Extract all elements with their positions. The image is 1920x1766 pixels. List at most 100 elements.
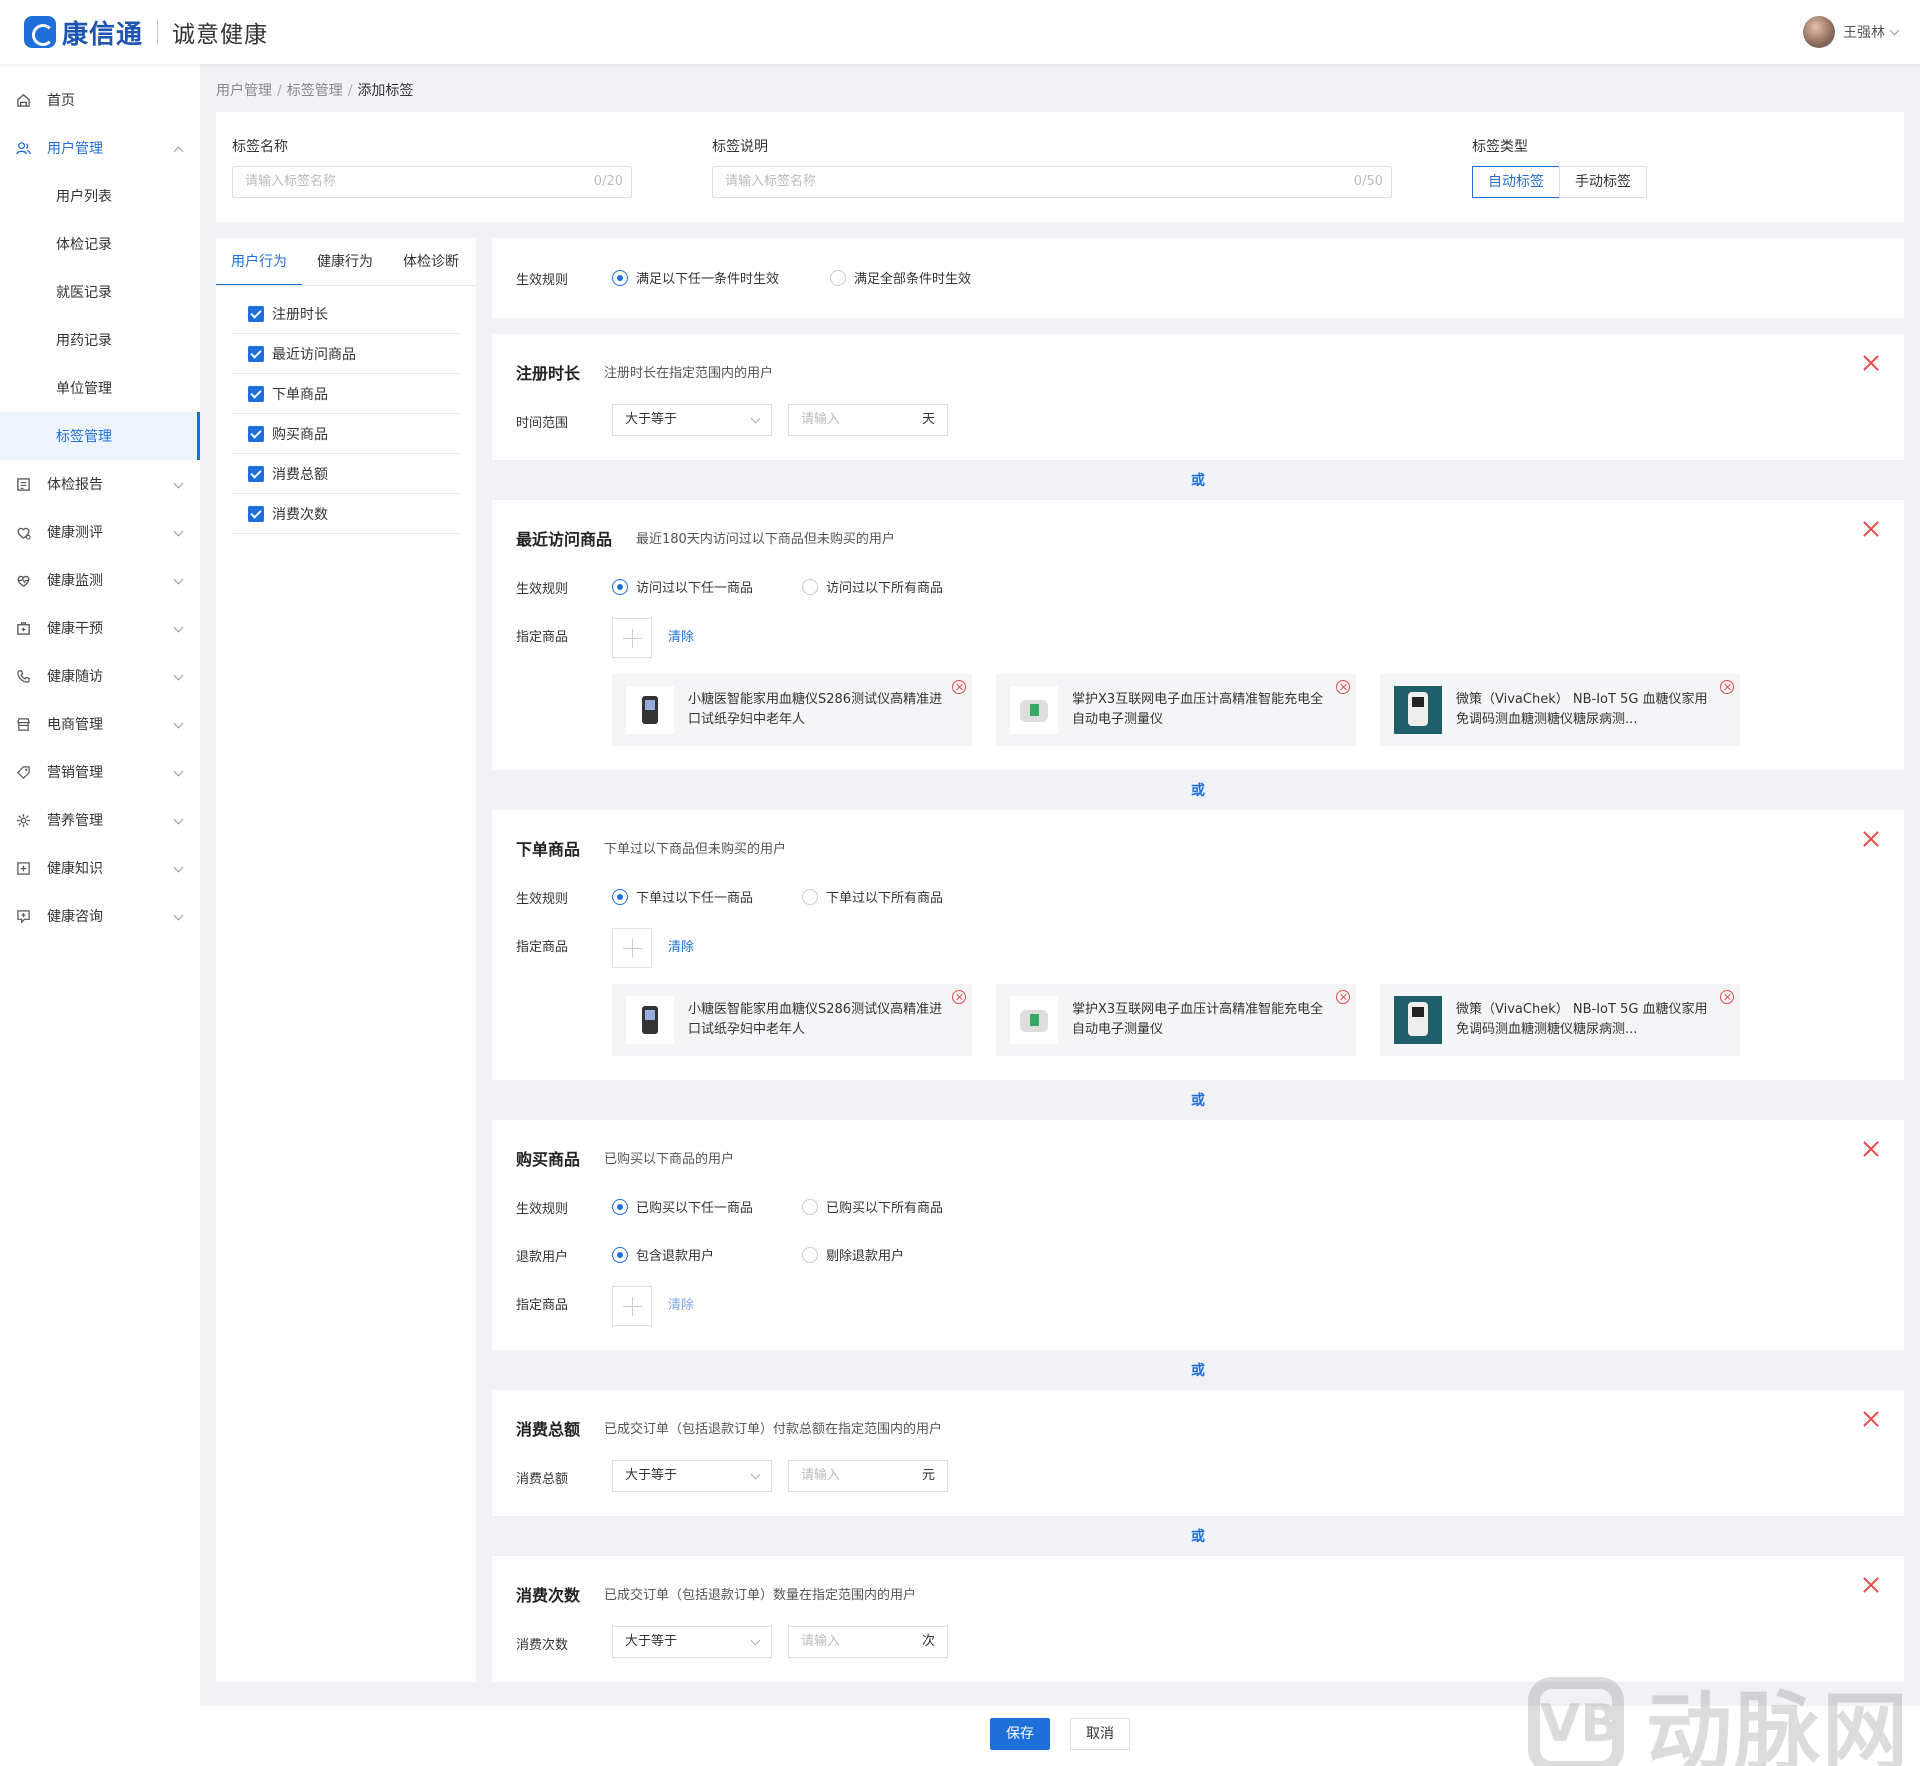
count-input[interactable]: 请输入 次 xyxy=(788,1626,948,1658)
remove-product-icon[interactable] xyxy=(952,680,966,694)
checkbox-purchased-goods[interactable]: 购买商品 xyxy=(232,414,460,454)
sidebar-item-health-evaluation[interactable]: 健康测评 xyxy=(0,508,200,556)
add-goods-button[interactable] xyxy=(612,1286,652,1326)
checkbox-registration-duration[interactable]: 注册时长 xyxy=(232,294,460,334)
visit-radio-all[interactable]: 访问过以下所有商品 xyxy=(802,577,943,596)
radio-label: 剔除退款用户 xyxy=(826,1249,905,1264)
logo[interactable]: 康信通 诚意健康 xyxy=(24,14,268,51)
order-radio-any[interactable]: 下单过以下任一商品 xyxy=(612,887,753,906)
tab-exam-diagnosis[interactable]: 体检诊断 xyxy=(388,238,474,286)
or-separator: 或 xyxy=(1191,473,1205,489)
sidebar-item-label: 健康随访 xyxy=(47,669,103,685)
sidebar-item-user-management[interactable]: 用户管理 xyxy=(0,124,200,172)
sidebar-item-label: 电商管理 xyxy=(47,717,103,733)
compare-select[interactable]: 大于等于 xyxy=(612,1460,772,1492)
close-icon[interactable] xyxy=(1862,830,1880,848)
goods-label: 指定商品 xyxy=(516,630,569,645)
remove-product-icon[interactable] xyxy=(1720,990,1734,1004)
clear-goods-link[interactable]: 清除 xyxy=(668,1294,694,1313)
condition-title: 注册时长 xyxy=(516,364,581,383)
product-name: 掌护X3互联网电子血压计高精准智能充电全自动电子测量仪 xyxy=(1072,1002,1324,1037)
radio-selected-icon xyxy=(612,269,628,286)
sidebar-item-health-knowledge[interactable]: 健康知识 xyxy=(0,844,200,892)
close-icon[interactable] xyxy=(1862,1140,1880,1158)
amount-input[interactable]: 请输入 元 xyxy=(788,1460,948,1492)
close-icon[interactable] xyxy=(1862,1576,1880,1594)
sidebar-item-health-followup[interactable]: 健康随访 xyxy=(0,652,200,700)
order-radio-all[interactable]: 下单过以下所有商品 xyxy=(802,887,943,906)
breadcrumb-item[interactable]: 用户管理 xyxy=(216,83,272,99)
sidebar-item-health-intervention[interactable]: 健康干预 xyxy=(0,604,200,652)
checkbox-ordered-goods[interactable]: 下单商品 xyxy=(232,374,460,414)
purchase-radio-all[interactable]: 已购买以下所有商品 xyxy=(802,1197,943,1216)
condition-desc: 已成交订单（包括退款订单）数量在指定范围内的用户 xyxy=(604,1588,917,1603)
sidebar-subitem-medication-records[interactable]: 用药记录 xyxy=(0,316,200,364)
clear-goods-link[interactable]: 清除 xyxy=(668,936,694,955)
refund-radio-include[interactable]: 包含退款用户 xyxy=(612,1245,714,1264)
checkbox-purchase-count[interactable]: 消费次数 xyxy=(232,494,460,534)
sidebar-item-home[interactable]: 首页 xyxy=(0,76,200,124)
product-card: 微策（VivaChek） NB-IoT 5G 血糖仪家用免调码测血糖测糖仪糖尿病… xyxy=(1380,984,1740,1056)
rule-radio-any[interactable]: 满足以下任一条件时生效 xyxy=(612,268,779,287)
logo-icon xyxy=(24,16,56,48)
remove-product-icon[interactable] xyxy=(952,990,966,1004)
visit-radio-any[interactable]: 访问过以下任一商品 xyxy=(612,577,753,596)
radio-empty-icon xyxy=(802,1246,818,1263)
purchase-radio-any[interactable]: 已购买以下任一商品 xyxy=(612,1197,753,1216)
checkbox-label: 最近访问商品 xyxy=(272,346,356,363)
tag-name-input[interactable]: 请输入标签名称 0/20 xyxy=(232,166,632,198)
remove-product-icon[interactable] xyxy=(1336,990,1350,1004)
sidebar-item-health-consult[interactable]: 健康咨询 xyxy=(0,892,200,940)
input-placeholder: 请输入 xyxy=(801,1634,841,1649)
checkbox-recent-visited-goods[interactable]: 最近访问商品 xyxy=(232,334,460,374)
tag-type-auto-button[interactable]: 自动标签 xyxy=(1472,166,1560,198)
rule-radio-all[interactable]: 满足全部条件时生效 xyxy=(830,268,971,287)
cancel-button[interactable]: 取消 xyxy=(1070,1718,1130,1750)
close-icon[interactable] xyxy=(1862,1410,1880,1428)
remove-product-icon[interactable] xyxy=(1720,680,1734,694)
radio-label: 已购买以下所有商品 xyxy=(826,1201,944,1216)
close-icon[interactable] xyxy=(1862,520,1880,538)
refund-radio-exclude[interactable]: 剔除退款用户 xyxy=(802,1245,904,1264)
condition-card-ordered: 下单商品 下单过以下商品但未购买的用户 生效规则 下单过以下任一商品 下单过以下… xyxy=(492,810,1904,1080)
checkbox-label: 消费次数 xyxy=(272,506,328,523)
unit-label: 次 xyxy=(921,1634,935,1649)
add-goods-button[interactable] xyxy=(612,618,652,658)
sidebar-item-label: 营养管理 xyxy=(47,813,103,829)
days-input[interactable]: 请输入 天 xyxy=(788,404,948,436)
consult-icon xyxy=(16,909,31,924)
condition-title: 下单商品 xyxy=(516,840,581,859)
tag-type-manual-button[interactable]: 手动标签 xyxy=(1559,166,1647,198)
save-button[interactable]: 保存 xyxy=(990,1718,1050,1750)
product-name: 微策（VivaChek） NB-IoT 5G 血糖仪家用免调码测血糖测糖仪糖尿病… xyxy=(1456,1002,1708,1037)
sidebar-subitem-user-list[interactable]: 用户列表 xyxy=(0,172,200,220)
close-icon[interactable] xyxy=(1862,354,1880,372)
nutrition-icon xyxy=(16,813,31,828)
condition-title: 消费总额 xyxy=(516,1420,581,1439)
avatar[interactable] xyxy=(1803,16,1835,48)
sidebar-item-nutrition[interactable]: 营养管理 xyxy=(0,796,200,844)
tag-icon xyxy=(16,765,31,780)
tab-health-behavior[interactable]: 健康行为 xyxy=(302,238,388,286)
sidebar-subitem-medical-records[interactable]: 就医记录 xyxy=(0,268,200,316)
checkbox-total-spend[interactable]: 消费总额 xyxy=(232,454,460,494)
glucose-meter-icon xyxy=(626,686,674,734)
sidebar-subitem-tag-management[interactable]: 标签管理 xyxy=(0,412,200,460)
or-separator: 或 xyxy=(1191,1363,1205,1379)
sidebar-item-exam-report[interactable]: 体检报告 xyxy=(0,460,200,508)
sidebar-subitem-unit-management[interactable]: 单位管理 xyxy=(0,364,200,412)
sidebar-item-health-monitoring[interactable]: 健康监测 xyxy=(0,556,200,604)
sidebar-item-ecommerce[interactable]: 电商管理 xyxy=(0,700,200,748)
sidebar-item-marketing[interactable]: 营销管理 xyxy=(0,748,200,796)
breadcrumb-item[interactable]: 标签管理 xyxy=(287,83,343,99)
user-menu[interactable]: 王强林 xyxy=(1803,16,1900,48)
product-card: 掌护X3互联网电子血压计高精准智能充电全自动电子测量仪 xyxy=(996,984,1356,1056)
compare-select[interactable]: 大于等于 xyxy=(612,404,772,436)
tag-desc-input[interactable]: 请输入标签名称 0/50 xyxy=(712,166,1392,198)
compare-select[interactable]: 大于等于 xyxy=(612,1626,772,1658)
tab-user-behavior[interactable]: 用户行为 xyxy=(216,238,302,286)
add-goods-button[interactable] xyxy=(612,928,652,968)
sidebar-subitem-exam-records[interactable]: 体检记录 xyxy=(0,220,200,268)
remove-product-icon[interactable] xyxy=(1336,680,1350,694)
clear-goods-link[interactable]: 清除 xyxy=(668,626,694,645)
